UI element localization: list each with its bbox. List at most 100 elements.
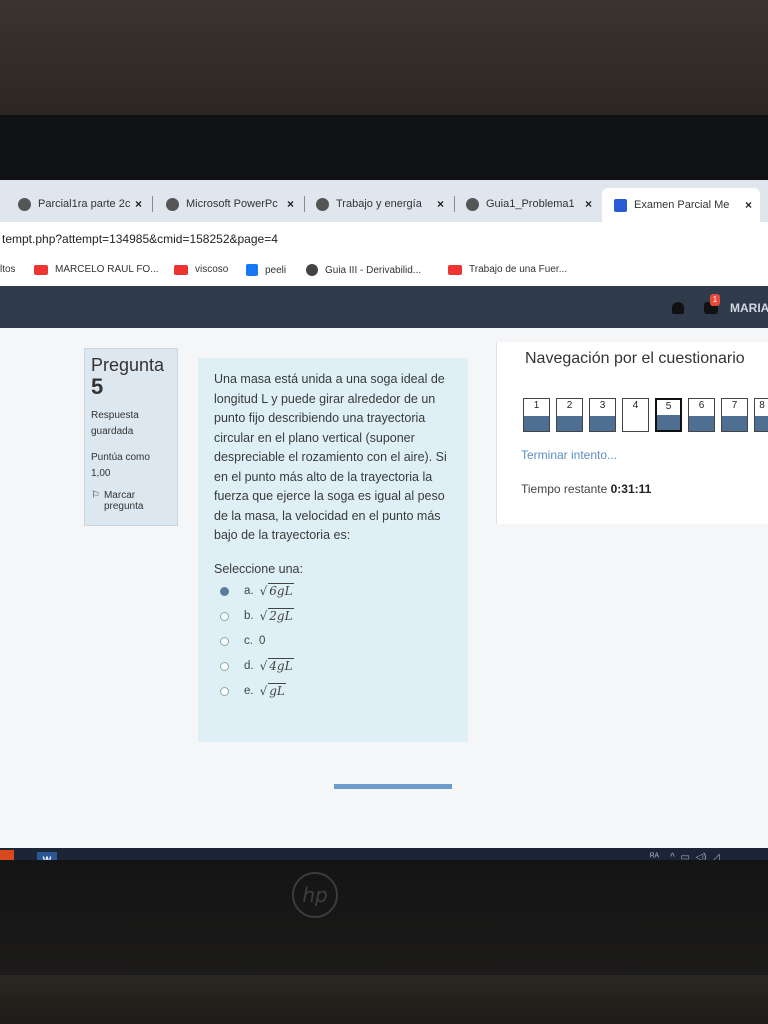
bookmark-item[interactable]: viscoso <box>174 264 228 275</box>
question-content: Una masa está unida a una soga ideal de … <box>198 358 468 742</box>
tab-powerpoint[interactable]: Microsoft PowerPc × <box>154 190 302 218</box>
question-info-panel: Pregunta 5 Respuesta guardada Puntúa com… <box>84 348 178 526</box>
nav-button-label: 8 <box>759 400 765 411</box>
browser-tab-bar: Parcial1ra parte 2c × Microsoft PowerPc … <box>0 180 768 222</box>
answer-option-c[interactable]: c. 0 <box>214 629 452 654</box>
bell-icon[interactable] <box>672 302 684 314</box>
bookmark-item[interactable]: ltos <box>0 264 16 275</box>
close-icon[interactable]: × <box>585 197 592 211</box>
option-letter: d. <box>244 659 254 672</box>
radio-button[interactable] <box>220 637 229 646</box>
nav-button-label: 4 <box>632 400 639 411</box>
bookmark-item[interactable]: peeli <box>246 264 286 276</box>
page-progress-bar <box>334 784 452 789</box>
bookmark-label: ltos <box>0 264 16 275</box>
timer-label: Tiempo restante <box>521 482 608 496</box>
sqrt-symbol: √ <box>259 658 268 673</box>
answer-option-b[interactable]: b. √ 2gL <box>214 604 452 629</box>
option-math: √ 4gL <box>260 657 294 677</box>
bookmark-label: MARCELO RAUL FO... <box>55 264 159 275</box>
quiz-nav-button-3[interactable]: 3 <box>589 398 616 432</box>
nav-button-label: 1 <box>533 400 540 411</box>
bookmark-item[interactable]: Guia III - Derivabilid... <box>306 264 421 276</box>
tab-label: Examen Parcial Me <box>634 199 730 211</box>
question-score: Puntúa como 1,00 <box>91 452 150 479</box>
nav-button-label: 2 <box>566 400 573 411</box>
facebook-icon <box>246 264 258 276</box>
globe-icon <box>306 264 318 276</box>
youtube-icon <box>448 264 462 275</box>
answer-option-d[interactable]: d. √ 4gL <box>214 654 452 679</box>
close-icon[interactable]: × <box>437 197 444 211</box>
question-status: Respuesta guardada <box>91 410 139 437</box>
option-value: gL <box>268 682 286 698</box>
quiz-nav-button-4[interactable]: 4 <box>622 398 649 432</box>
tab-label: Parcial1ra parte 2c <box>38 198 131 210</box>
sqrt-symbol: √ <box>259 583 268 598</box>
quiz-nav-button-1[interactable]: 1 <box>523 398 550 432</box>
quiz-nav-button-2[interactable]: 2 <box>556 398 583 432</box>
answered-indicator <box>689 416 714 431</box>
globe-icon <box>18 197 31 211</box>
radio-button[interactable] <box>220 587 229 596</box>
tab-examen-parcial[interactable]: Examen Parcial Me × <box>602 188 760 222</box>
background-wall <box>0 0 768 130</box>
globe-icon <box>316 197 329 211</box>
option-math: √ 6gL <box>260 582 294 602</box>
bookmark-label: viscoso <box>195 264 229 275</box>
option-letter: e. <box>244 684 254 697</box>
url-text: tempt.php?attempt=134985&cmid=158252&pag… <box>2 232 278 246</box>
option-letter: b. <box>244 609 254 622</box>
desk-surface <box>0 975 768 1024</box>
answer-prompt: Seleccione una: <box>214 561 303 576</box>
globe-icon <box>466 197 479 211</box>
answered-indicator <box>557 416 582 431</box>
bookmark-item[interactable]: Trabajo de una Fuer... <box>448 264 567 275</box>
monitor-bezel-top <box>0 115 768 190</box>
nav-button-label: 5 <box>665 401 672 412</box>
monitor-bezel-bottom <box>0 860 768 980</box>
flag-icon: ⚐ <box>91 490 100 501</box>
flag-question-link[interactable]: ⚐ Marcar pregunta <box>91 490 171 512</box>
ing-icon <box>614 198 627 212</box>
tab-label: Trabajo y energía <box>336 198 422 210</box>
close-icon[interactable]: × <box>135 197 142 211</box>
quiz-nav-button-7[interactable]: 7 <box>721 398 748 432</box>
close-icon[interactable]: × <box>745 198 752 212</box>
site-navbar: 1 MARIA <box>0 286 768 328</box>
bookmark-item[interactable]: MARCELO RAUL FO... <box>34 264 159 275</box>
tab-guia1[interactable]: Guia1_Problema1 × <box>454 190 600 218</box>
flag-label: Marcar pregunta <box>103 490 144 512</box>
close-icon[interactable]: × <box>287 197 294 211</box>
bookmark-label: Trabajo de una Fuer... <box>469 264 568 275</box>
option-value: 2gL <box>268 607 294 623</box>
quiz-nav-button-8[interactable]: 8 <box>754 398 768 432</box>
finish-attempt-link[interactable]: Terminar intento... <box>521 448 617 462</box>
tab-label: Microsoft PowerPc <box>186 198 278 210</box>
monitor-screen: Parcial1ra parte 2c × Microsoft PowerPc … <box>0 180 768 870</box>
radio-button[interactable] <box>220 662 229 671</box>
tab-parcial[interactable]: Parcial1ra parte 2c × <box>6 190 150 218</box>
nav-button-label: 6 <box>698 400 705 411</box>
quiz-navigation-title: Navegación por el cuestionario <box>525 350 745 367</box>
radio-button[interactable] <box>220 687 229 696</box>
answered-indicator <box>755 416 768 431</box>
sqrt-symbol: √ <box>259 608 268 623</box>
tab-trabajo-energia[interactable]: Trabajo y energía × <box>304 190 452 218</box>
bookmark-label: peeli <box>265 264 287 276</box>
tab-label: Guia1_Problema1 <box>486 198 575 210</box>
user-menu[interactable]: MARIA <box>730 301 768 315</box>
address-bar[interactable]: tempt.php?attempt=134985&cmid=158252&pag… <box>0 222 768 256</box>
answer-option-e[interactable]: e. √ gL <box>214 679 452 704</box>
option-math: √ gL <box>260 682 286 702</box>
notification-badge: 1 <box>710 294 720 306</box>
question-number: 5 <box>91 374 104 399</box>
answer-option-a[interactable]: a. √ 6gL <box>214 579 452 604</box>
quiz-nav-button-6[interactable]: 6 <box>688 398 715 432</box>
question-label: Pregunta <box>91 355 165 375</box>
youtube-icon <box>174 264 188 275</box>
radio-button[interactable] <box>220 612 229 621</box>
option-math: √ 2gL <box>260 607 294 627</box>
hp-logo: hp <box>292 872 338 918</box>
quiz-nav-button-5[interactable]: 5 <box>655 398 682 432</box>
